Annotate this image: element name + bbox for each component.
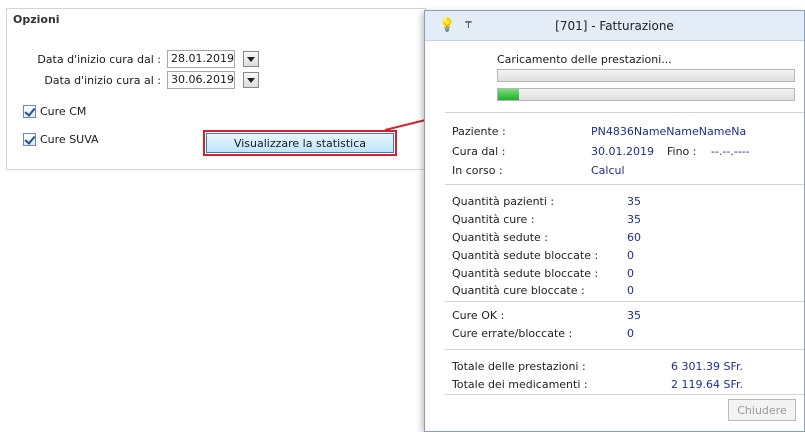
patient-value: PN4836NameNameNameNa [591, 125, 747, 138]
progress-bar-secondary [497, 88, 795, 101]
divider [445, 112, 804, 113]
total-medications-value: 2 119.64 SFr. [671, 378, 743, 391]
date-from-label: Data d'inizio cura dal : [37, 52, 161, 66]
cure-ok-label: Cure OK : [452, 309, 505, 322]
checkbox-checked-icon [23, 133, 36, 146]
stat-label: Quantità pazienti : [452, 195, 555, 208]
divider [445, 394, 804, 395]
total-services-label: Totale delle prestazioni : [452, 360, 586, 373]
cura-dal-label: Cura dal : [452, 145, 506, 158]
stat-label: Quantità sedute bloccate : [452, 249, 599, 262]
stat-label: Quantità cure : [452, 213, 535, 226]
loading-text: Caricamento delle prestazioni... [497, 53, 672, 66]
close-button[interactable]: Chiudere [728, 399, 796, 421]
stat-value: 0 [627, 284, 634, 297]
progress-bar-primary [497, 69, 795, 82]
checkbox-checked-icon [23, 105, 36, 118]
divider [445, 349, 804, 350]
cure-ok-value: 35 [627, 309, 641, 322]
stat-value: 0 [627, 249, 634, 262]
date-to-field[interactable]: 30.06.2019 [167, 71, 235, 89]
divider [445, 184, 804, 185]
stat-label: Quantità sedute : [452, 231, 548, 244]
chevron-down-icon [247, 77, 255, 83]
chevron-down-icon [247, 56, 255, 62]
cure-suva-label: Cure SUVA [40, 133, 99, 146]
divider [445, 301, 804, 302]
total-services-value: 6 301.39 SFr. [671, 360, 743, 373]
date-from-dropdown-button[interactable] [243, 51, 259, 67]
stat-value: 35 [627, 195, 641, 208]
dialog-titlebar: 💡 ₸ [701] - Fatturazione [425, 11, 804, 41]
cure-errors-label: Cure errate/bloccate : [452, 327, 573, 340]
options-title: Opzioni [13, 13, 60, 26]
fino-value: --.--.---- [711, 145, 750, 158]
date-from-field[interactable]: 28.01.2019 [167, 50, 235, 68]
patient-label: Paziente : [452, 125, 506, 138]
stat-label: Quantità cure bloccate : [452, 284, 585, 297]
dialog-title: [701] - Fatturazione [555, 18, 674, 33]
stat-value: 60 [627, 231, 641, 244]
cure-cm-checkbox[interactable]: Cure CM [23, 105, 86, 118]
cure-cm-label: Cure CM [40, 105, 87, 118]
billing-dialog: 💡 ₸ [701] - Fatturazione Caricamento del… [424, 10, 805, 432]
total-medications-label: Totale dei medicamenti : [452, 378, 588, 391]
date-to-row: Data d'inizio cura al : 30.06.2019 [7, 71, 259, 89]
in-corso-value: Calcul [591, 164, 625, 177]
in-corso-label: In corso : [452, 164, 503, 177]
cura-dal-value: 30.01.2019 [591, 145, 654, 158]
options-panel: Opzioni Data d'inizio cura dal : 28.01.2… [6, 8, 426, 170]
cure-suva-checkbox[interactable]: Cure SUVA [23, 133, 99, 146]
progress-fill [498, 89, 519, 100]
show-statistics-button[interactable]: Visualizzare la statistica [206, 133, 394, 153]
date-to-label: Data d'inizio cura al : [44, 73, 161, 87]
fino-label: Fino : [667, 145, 697, 158]
highlight-frame: Visualizzare la statistica [203, 130, 397, 156]
stat-value: 0 [627, 267, 634, 280]
stat-label: Quantità sedute bloccate : [452, 267, 599, 280]
date-from-row: Data d'inizio cura dal : 28.01.2019 [7, 50, 259, 68]
date-to-dropdown-button[interactable] [243, 72, 259, 88]
cure-errors-value: 0 [627, 327, 634, 340]
stat-value: 35 [627, 213, 641, 226]
